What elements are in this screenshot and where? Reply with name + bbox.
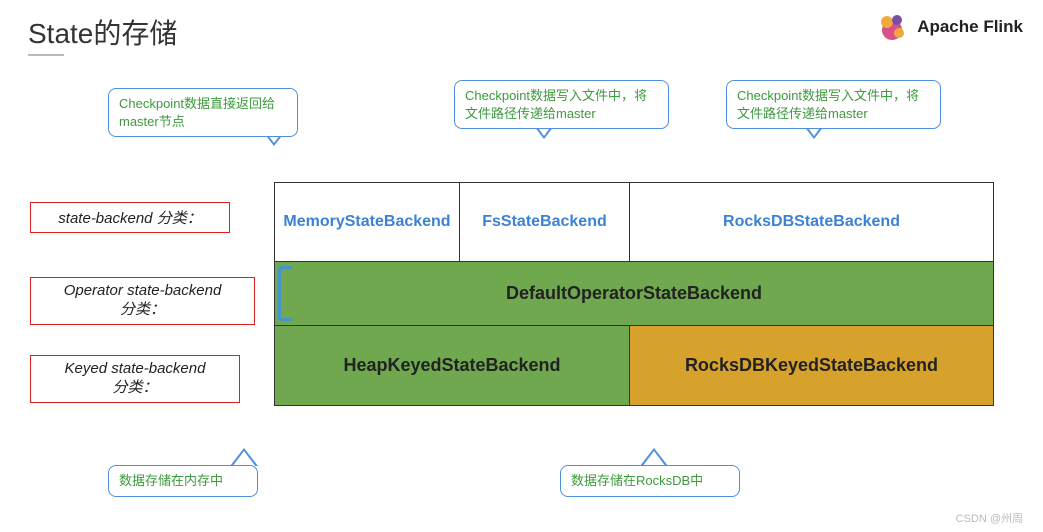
cell-fs-state-backend: FsStateBackend <box>460 183 630 261</box>
callout-rocksdb-storage: 数据存储在RocksDB中 <box>560 465 740 497</box>
cell-rocksdb-keyed-state-backend: RocksDBKeyedStateBackend <box>630 326 993 405</box>
row-state-backend-types: MemoryStateBackend FsStateBackend RocksD… <box>275 183 993 261</box>
title-underline <box>28 54 64 56</box>
callout-fs-checkpoint: Checkpoint数据写入文件中，将文件路径传递给master <box>454 80 669 129</box>
callout-tail-icon <box>640 448 668 466</box>
label-operator-backend-category: Operator state-backend 分类： <box>30 277 255 325</box>
cell-heap-keyed-state-backend: HeapKeyedStateBackend <box>275 326 630 405</box>
callout-tail-icon <box>230 448 258 466</box>
row-operator-state-backend: DefaultOperatorStateBackend <box>275 261 993 325</box>
label-line: Keyed state-backend <box>65 360 206 377</box>
callout-memory-storage: 数据存储在内存中 <box>108 465 258 497</box>
label-keyed-backend-category: Keyed state-backend 分类： <box>30 355 240 403</box>
callout-memory-checkpoint: Checkpoint数据直接返回给master节点 <box>108 88 298 137</box>
brand-text: Apache Flink <box>917 17 1023 37</box>
page-title: State的存储 <box>28 12 177 52</box>
bracket-icon <box>278 266 292 321</box>
brand: Apache Flink <box>875 10 1023 44</box>
label-line: 分类： <box>120 301 165 318</box>
row-keyed-state-backend: HeapKeyedStateBackend RocksDBKeyedStateB… <box>275 325 993 405</box>
label-state-backend-category: state-backend 分类： <box>30 202 230 233</box>
flink-squirrel-icon <box>875 10 909 44</box>
state-storage-diagram: MemoryStateBackend FsStateBackend RocksD… <box>274 182 994 406</box>
label-line: Operator state-backend <box>64 282 222 299</box>
watermark-credit: CSDN @州周 <box>956 510 1023 526</box>
cell-default-operator-state-backend: DefaultOperatorStateBackend <box>506 283 762 304</box>
label-line: 分类： <box>112 379 157 396</box>
cell-rocksdb-state-backend: RocksDBStateBackend <box>630 183 993 261</box>
cell-memory-state-backend: MemoryStateBackend <box>275 183 460 261</box>
callout-rocks-checkpoint: Checkpoint数据写入文件中，将文件路径传递给master <box>726 80 941 129</box>
